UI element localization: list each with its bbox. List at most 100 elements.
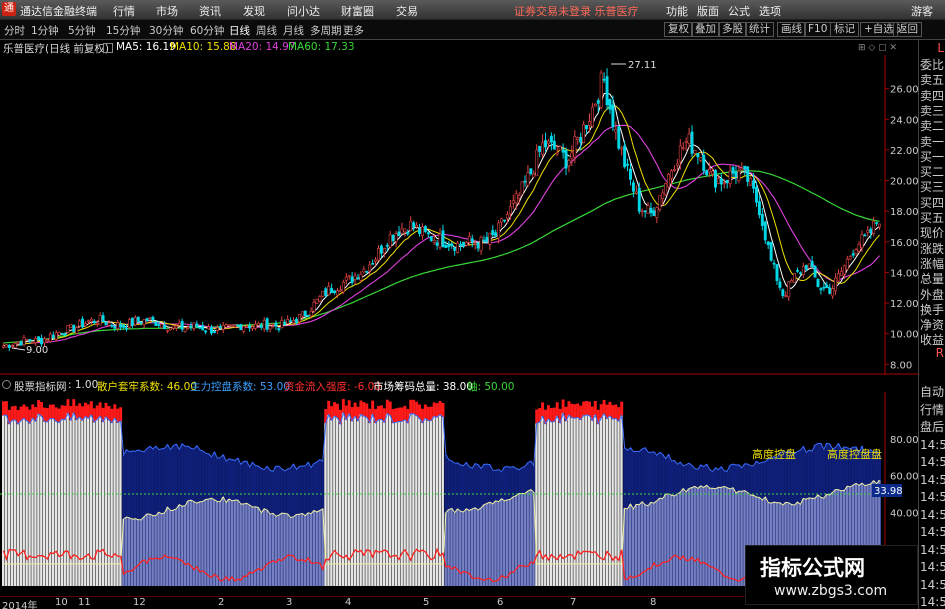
indicator-red-cap [57,408,61,423]
period-tab[interactable]: 60分钟 [190,23,224,38]
stats-button[interactable]: 统计 [745,22,774,37]
candle-body [711,170,714,175]
candle-body [22,337,26,346]
candle-body [438,233,442,248]
indicator-red-cap [336,403,339,418]
candle-body [860,234,864,248]
indicator-white-bar [573,418,576,586]
period-tab-daily[interactable]: 日线 [229,23,250,38]
indicator-red-cap [119,407,123,422]
indicator-white-bar [564,420,567,586]
indicator-lavender-bar [236,500,239,586]
indicator-white-bar [86,418,90,586]
period-tab[interactable]: 15分钟 [106,23,140,38]
indicator-red-cap [602,399,606,414]
mark-button[interactable]: 标记 [830,22,859,37]
indicator-red-cap [379,405,383,420]
period-tab[interactable]: 5分钟 [68,23,96,38]
candlestick-chart[interactable]: 8.00 10.00 12.00 14.00 16.00 18.00 20.00 22.00 2… [0,55,918,375]
period-tab[interactable]: 多周期 [310,23,342,38]
guest-label[interactable]: 游客 [911,3,933,19]
candle-body [514,193,518,204]
indicator-lavender-bar [450,508,453,586]
sidebar-toggle-l[interactable]: L [920,41,944,55]
menu-trade[interactable]: 交易 [396,3,418,19]
indicator-lavender-bar [262,508,266,586]
indicator-white-bar [593,414,597,586]
ma10-legend: MA10: 15.88 [170,41,237,53]
multi-stock-button[interactable]: 多股 [718,22,747,37]
indicator-lavender-bar [274,516,277,586]
candle-body [148,317,152,320]
candle-body [749,178,753,186]
period-tab[interactable]: 30分钟 [149,23,183,38]
indicator-lavender-bar [127,517,131,586]
chart-settings-icon[interactable] [103,43,113,53]
indicator-lavender-bar [283,513,286,586]
indicator-red-cap [409,399,413,414]
indicator-settings-icon[interactable] [2,380,11,389]
indicator-red-cap [388,401,392,416]
menu-market[interactable]: 市场 [156,3,178,19]
indicator-lavender-bar [280,513,283,586]
menu-formula[interactable]: 公式 [728,3,750,19]
price-tick-label: 20.00 [890,177,918,188]
back-button[interactable]: 返回 [893,22,922,37]
indicator-red-cap [371,400,375,415]
candle-body [75,327,79,334]
indicator-lavender-bar [722,486,726,586]
candle-body [658,195,662,210]
indicator-white-bar [336,417,339,586]
menu-layout[interactable]: 版面 [697,3,719,19]
period-tab[interactable]: 分时 [4,23,25,38]
f10-button[interactable]: F10 [804,22,832,37]
overlay-button[interactable]: 叠加 [691,22,720,37]
menu-options[interactable]: 选项 [759,3,781,19]
candle-body [89,318,93,322]
login-notice[interactable]: 证券交易未登录 乐普医疗 [514,3,639,19]
menu-ask[interactable]: 问小达 [287,3,320,19]
candle-body [485,236,489,242]
pane-controls-icon[interactable]: ⊞ ◇ ▢ ✕ [858,43,897,53]
menu-function[interactable]: 功能 [666,3,688,19]
indicator-lavender-bar [514,495,518,586]
indicator-red-cap [403,405,407,420]
indicator-white-bar [588,415,591,586]
menu-wealth[interactable]: 财富圈 [341,3,374,19]
indicator-lavender-bar [253,506,257,586]
indicator-lavender-bar [277,515,280,586]
indicator-white-bar [397,421,400,586]
candle-body [760,214,764,226]
candle-body [406,232,410,235]
candle-body [432,240,436,243]
indicator-white-bar [48,418,52,586]
candle-body [189,325,193,328]
candle-body [174,325,178,329]
sidebar-quote-label: 卖五 [920,73,945,88]
candle-body [482,239,486,242]
period-tab[interactable]: 周线 [256,23,277,38]
restore-button[interactable]: 复权 [664,22,693,37]
indicator-red-cap [107,406,111,421]
indicator-white-bar [101,421,105,586]
period-tab[interactable]: 1分钟 [31,23,59,38]
sidebar-toggle-r[interactable]: R [920,346,944,360]
candle-body [333,290,337,294]
menu-discover[interactable]: 发现 [243,3,265,19]
indicator-red-cap [333,402,337,417]
candle-body [523,180,527,183]
period-tab[interactable]: 月线 [283,23,304,38]
candle-body [239,324,243,331]
indicator-white-bar [81,420,84,586]
draw-button[interactable]: 画线 [777,22,806,37]
indicator-red-cap [19,406,23,421]
menu-quotes[interactable]: 行情 [113,3,135,19]
indicator-lavender-bar [678,492,682,586]
period-tab[interactable]: 更多 [343,23,364,38]
price-tick-label: 10.00 [890,330,918,341]
indicator-red-cap [10,406,14,421]
candle-body [186,326,190,329]
candle-body [450,243,454,247]
menu-news[interactable]: 资讯 [199,3,221,19]
candle-body [617,126,621,149]
